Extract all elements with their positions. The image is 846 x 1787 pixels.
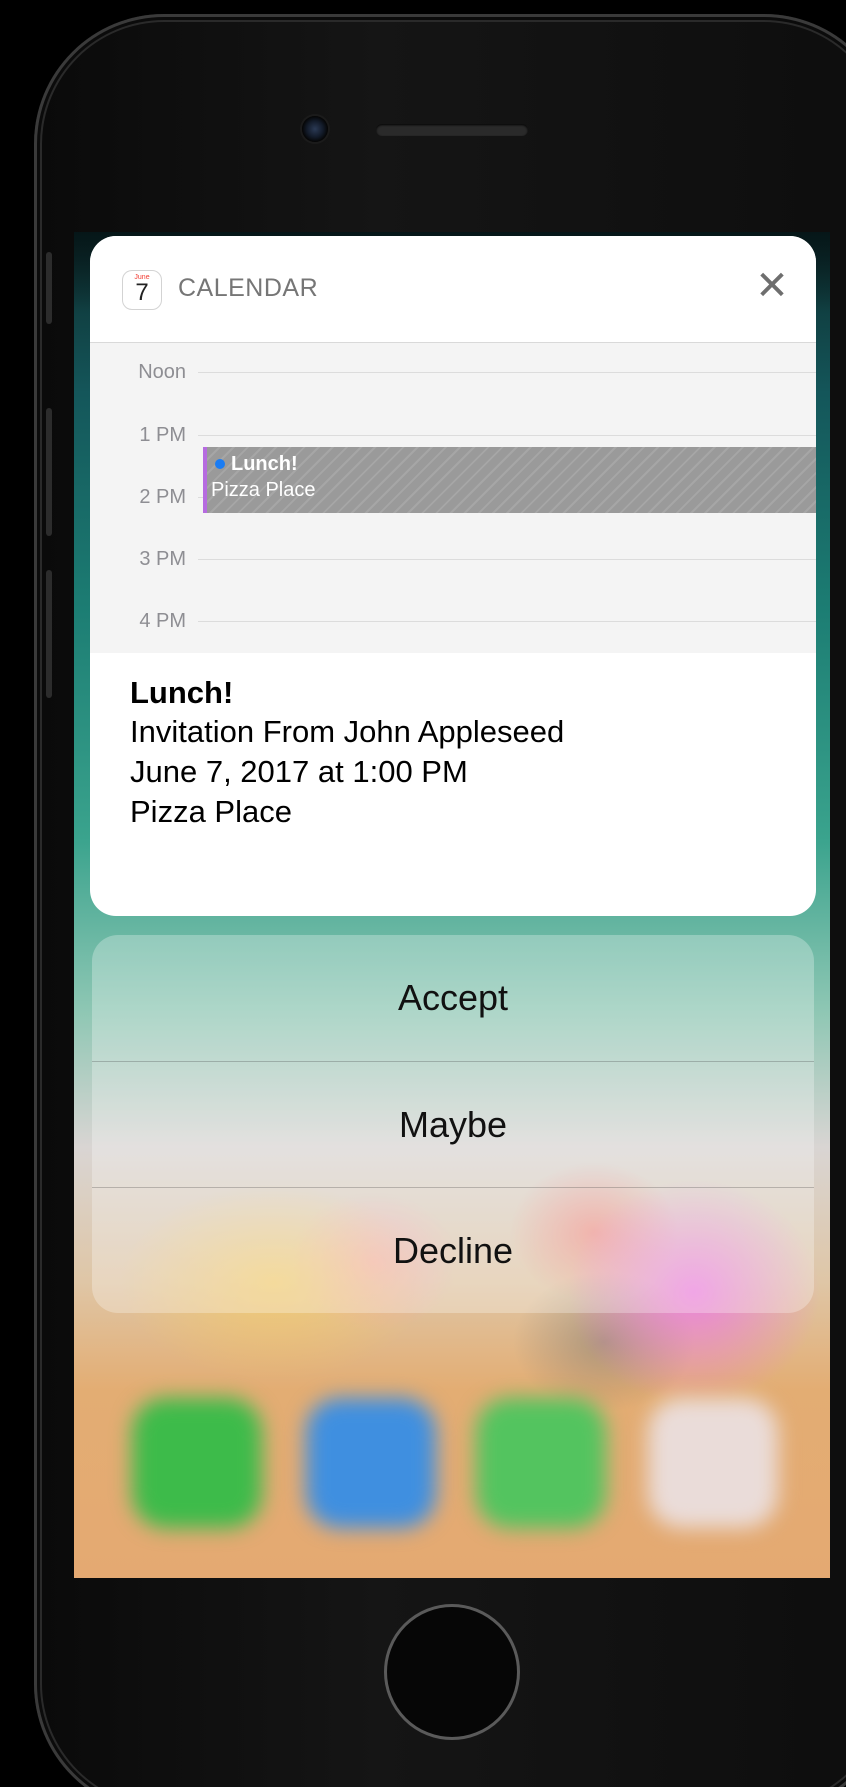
hour-row-3pm: 3 PM bbox=[90, 548, 816, 570]
event-details-location: Pizza Place bbox=[130, 794, 292, 829]
hour-label: 4 PM bbox=[139, 610, 186, 632]
calendar-icon-day: 7 bbox=[135, 279, 149, 306]
calendar-icon: June 7 bbox=[122, 270, 162, 310]
hour-line bbox=[198, 372, 816, 373]
event-dot-icon bbox=[215, 459, 225, 469]
notification-header: June 7 CALENDAR ✕ bbox=[90, 236, 816, 343]
home-screen: June 7 CALENDAR ✕ Noon 1 PM 2 PM 3 PM 4 … bbox=[74, 232, 830, 1578]
safari-app-icon bbox=[306, 1398, 436, 1528]
hour-row-1pm: 1 PM bbox=[90, 424, 816, 446]
hour-line bbox=[198, 621, 816, 622]
event-datetime: June 7, 2017 at 1:00 PM bbox=[130, 754, 468, 789]
hour-row-noon: Noon bbox=[90, 361, 816, 383]
mute-switch bbox=[46, 252, 52, 324]
hour-line bbox=[198, 435, 816, 436]
action-sheet: Accept Maybe Decline bbox=[92, 935, 814, 1313]
notification-card: June 7 CALENDAR ✕ Noon 1 PM 2 PM 3 PM 4 … bbox=[90, 236, 816, 916]
earpiece-speaker bbox=[376, 124, 528, 136]
home-button[interactable] bbox=[384, 1604, 520, 1740]
event-details: Lunch! Invitation From John Appleseed Ju… bbox=[130, 674, 790, 832]
calendar-event-block[interactable]: Lunch! Pizza Place bbox=[203, 447, 816, 513]
event-details-title: Lunch! bbox=[130, 675, 234, 710]
app-name: CALENDAR bbox=[178, 274, 319, 302]
hour-label: 3 PM bbox=[139, 548, 186, 570]
music-app-icon bbox=[648, 1398, 778, 1528]
invitation-from: Invitation From John Appleseed bbox=[130, 714, 565, 749]
messages-app-icon bbox=[476, 1398, 606, 1528]
day-view: Noon 1 PM 2 PM 3 PM 4 PM Lunch! Pizza Pl… bbox=[90, 343, 816, 653]
decline-button[interactable]: Decline bbox=[92, 1188, 814, 1313]
hour-label: 1 PM bbox=[139, 424, 186, 446]
event-title-text: Lunch! bbox=[231, 453, 298, 475]
volume-down-button bbox=[46, 570, 52, 698]
hour-line bbox=[198, 559, 816, 560]
close-button[interactable]: ✕ bbox=[752, 266, 792, 306]
hour-label: Noon bbox=[138, 361, 186, 383]
event-title: Lunch! bbox=[215, 453, 298, 476]
phone-app-icon bbox=[132, 1398, 262, 1528]
hour-label: 2 PM bbox=[139, 486, 186, 508]
front-camera bbox=[302, 116, 328, 142]
maybe-button[interactable]: Maybe bbox=[92, 1062, 814, 1188]
event-location: Pizza Place bbox=[211, 479, 316, 501]
accept-button[interactable]: Accept bbox=[92, 935, 814, 1061]
volume-up-button bbox=[46, 408, 52, 536]
device-frame: June 7 CALENDAR ✕ Noon 1 PM 2 PM 3 PM 4 … bbox=[0, 0, 846, 1787]
hour-row-4pm: 4 PM bbox=[90, 610, 816, 632]
